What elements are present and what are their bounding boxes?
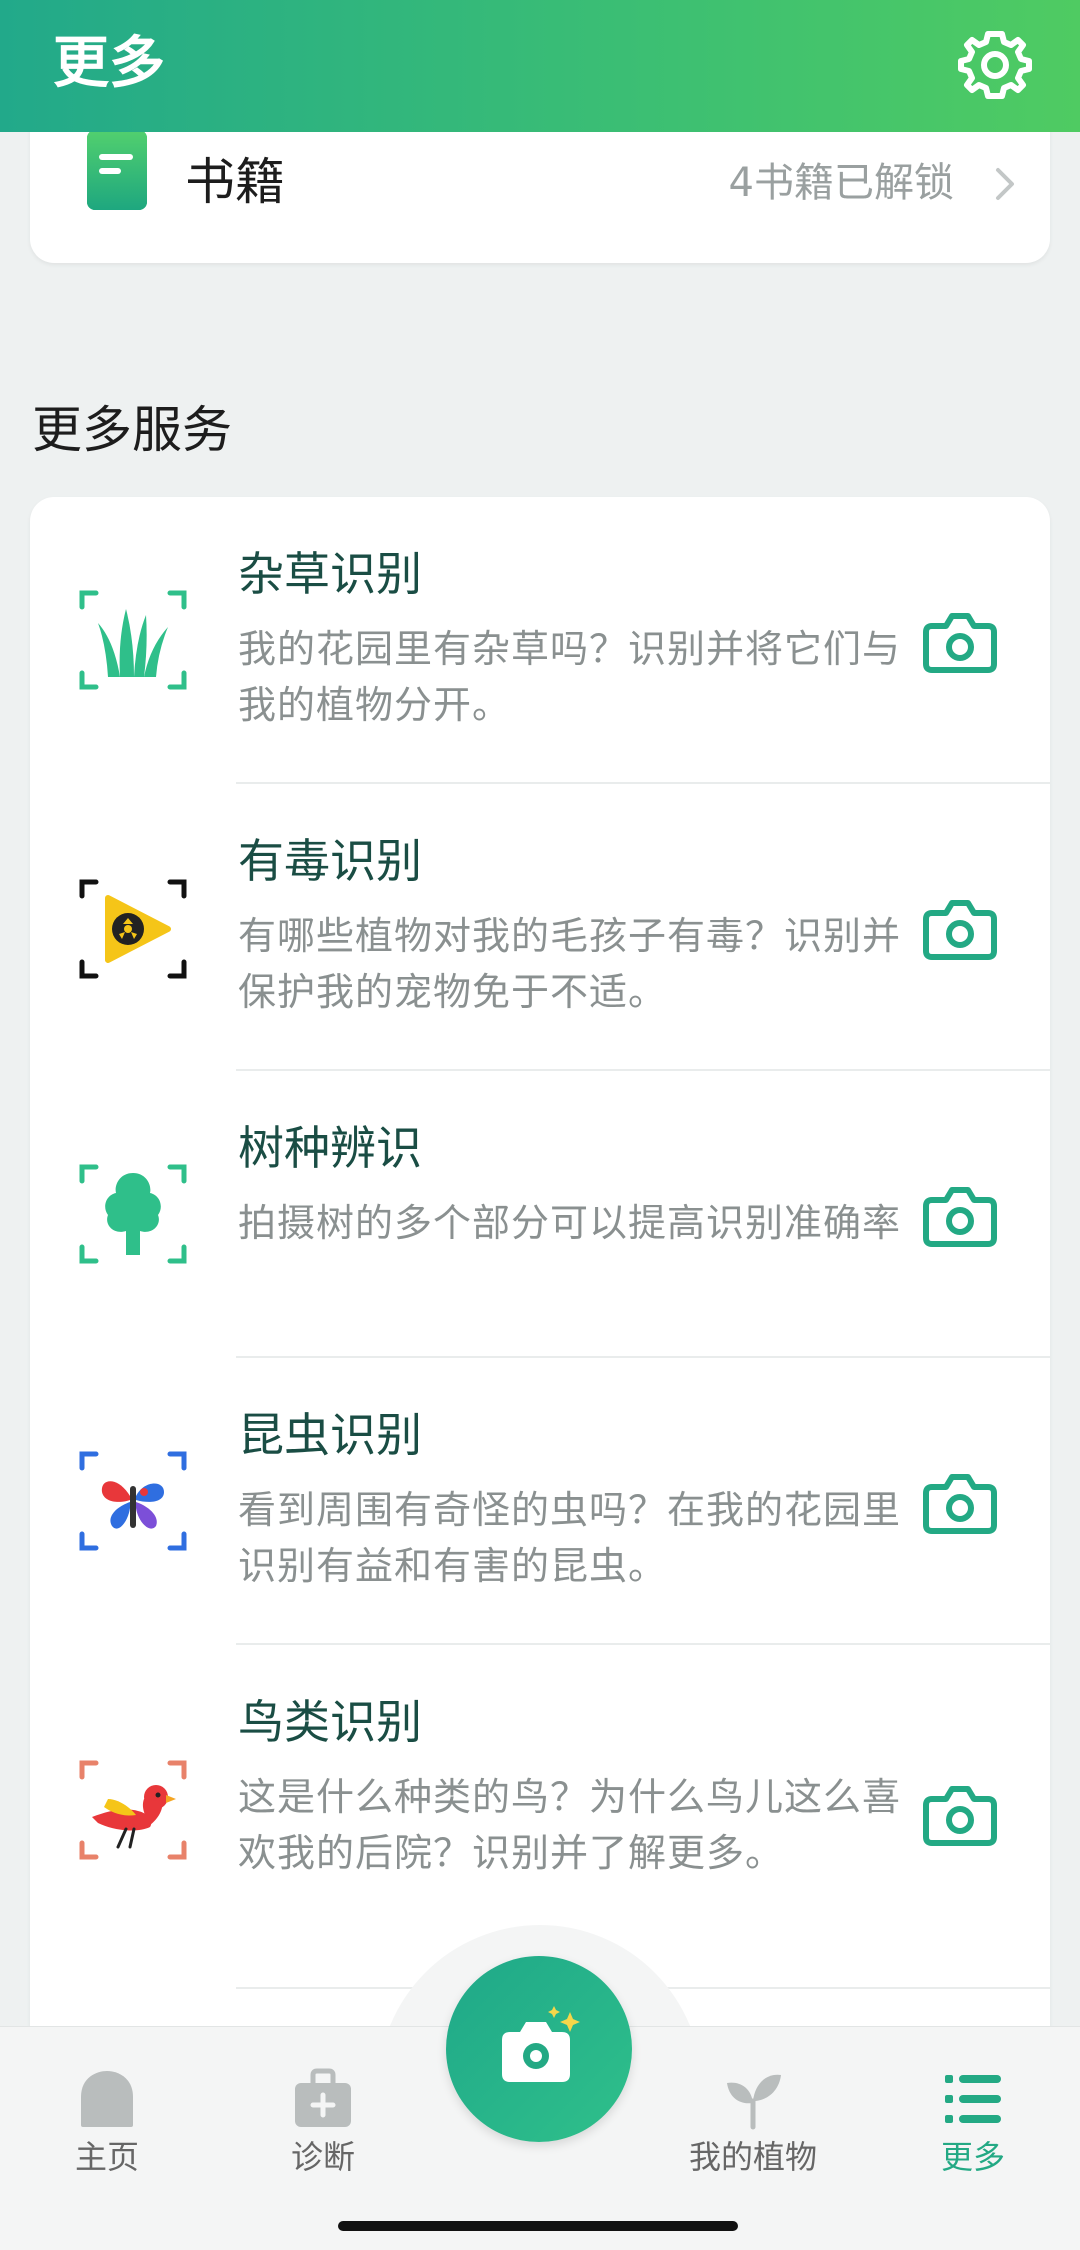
nav-label: 更多: [940, 2138, 1005, 2176]
camera-icon[interactable]: [920, 602, 1000, 682]
more-services-list: 杂草识别 我的花园里有杂草吗？识别并将它们与我的植物分开。 有毒识别 有哪些植物…: [30, 497, 1050, 2097]
home-indicator: [338, 2221, 738, 2231]
nav-item-my-plants[interactable]: 我的植物: [673, 2067, 833, 2197]
sprout-icon: [727, 2074, 781, 2130]
nav-label: 诊断: [290, 2138, 355, 2176]
service-description: 看到周围有奇怪的虫吗？在我的花园里识别有益和有害的昆虫。: [238, 1488, 902, 1588]
nav-item-diagnose[interactable]: 诊断: [243, 2067, 403, 2197]
chevron-right-icon: [996, 168, 1014, 200]
tree-scan-icon: [79, 1164, 187, 1264]
more-services-title: 更多服务: [32, 401, 232, 459]
service-title: 杂草识别: [238, 547, 422, 601]
books-unlocked-status: 4书籍已解锁: [728, 160, 954, 206]
more-page: 书籍 4书籍已解锁 更多 更多服务 杂草识别 我的花园里有杂草吗？识别并将它们与…: [0, 0, 1080, 2250]
list-icon: [945, 2075, 1001, 2123]
books-label: 书籍: [185, 153, 285, 211]
weed-scan-icon: [79, 590, 187, 690]
service-description: 我的花园里有杂草吗？识别并将它们与我的植物分开。: [238, 627, 902, 727]
service-title: 有毒识别: [238, 834, 422, 888]
service-item-toxic[interactable]: 有毒识别 有哪些植物对我的毛孩子有毒？识别并保护我的宠物免于不适。: [30, 784, 1050, 1071]
top-header: 更多: [0, 0, 1080, 132]
bird-scan-icon: [79, 1760, 187, 1860]
camera-icon[interactable]: [920, 1463, 1000, 1543]
service-item-weed[interactable]: 杂草识别 我的花园里有杂草吗？识别并将它们与我的植物分开。: [30, 497, 1050, 784]
camera-icon[interactable]: [920, 889, 1000, 969]
toxic-scan-icon: [79, 879, 187, 979]
nav-label: 我的植物: [688, 2138, 817, 2176]
service-title: 昆虫识别: [238, 1408, 422, 1462]
service-title: 树种辨识: [238, 1121, 422, 1175]
nav-item-home[interactable]: 主页: [27, 2067, 187, 2197]
service-item-tree[interactable]: 树种辨识 拍摄树的多个部分可以提高识别准确率: [30, 1071, 1050, 1358]
camera-icon[interactable]: [920, 1176, 1000, 1256]
gear-icon[interactable]: [958, 28, 1032, 102]
service-description: 拍摄树的多个部分可以提高识别准确率: [238, 1201, 902, 1245]
service-description: 这是什么种类的鸟？为什么鸟儿这么喜欢我的后院？识别并了解更多。: [238, 1775, 902, 1875]
service-item-insect[interactable]: 昆虫识别 看到周围有奇怪的虫吗？在我的花园里识别有益和有害的昆虫。: [30, 1358, 1050, 1645]
insect-scan-icon: [79, 1451, 187, 1551]
book-icon: [87, 130, 147, 210]
page-title: 更多: [53, 31, 165, 96]
medkit-icon: [295, 2068, 351, 2127]
nav-label: 主页: [74, 2138, 139, 2176]
home-icon: [81, 2071, 133, 2127]
camera-sparkle-icon: [502, 2006, 580, 2082]
camera-scan-button[interactable]: [446, 1956, 632, 2142]
camera-icon[interactable]: [920, 1775, 1000, 1855]
service-title: 鸟类识别: [238, 1695, 422, 1749]
nav-item-more[interactable]: 更多: [893, 2067, 1053, 2197]
service-description: 有哪些植物对我的毛孩子有毒？识别并保护我的宠物免于不适。: [238, 914, 902, 1014]
